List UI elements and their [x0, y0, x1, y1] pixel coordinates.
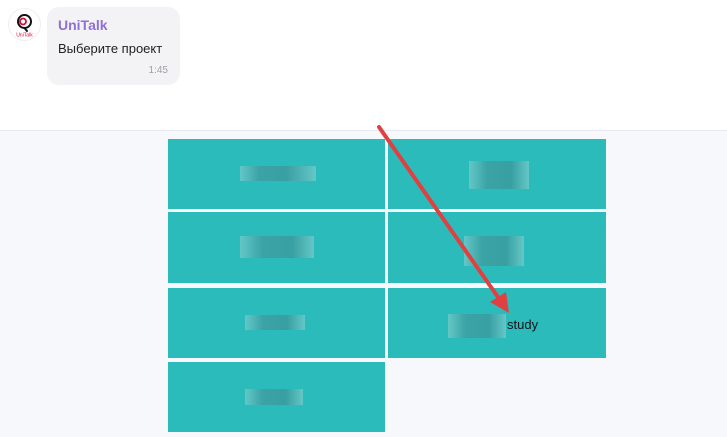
pixelated-label: [240, 166, 316, 181]
keyboard-button-5[interactable]: [168, 288, 385, 358]
avatar-logo-text: UniTalk: [16, 33, 33, 39]
pixelated-label: [240, 236, 314, 258]
pixelated-label: [469, 161, 529, 189]
sender-name[interactable]: UniTalk: [58, 17, 108, 33]
keyboard-button-3[interactable]: [168, 212, 385, 283]
unitalk-logo-icon: UniTalk: [9, 9, 40, 40]
keyboard-button-2[interactable]: [388, 139, 606, 209]
message-bubble: UniTalk Выберите проект 1:45: [47, 7, 180, 85]
pixelated-label: [448, 314, 506, 338]
keyboard-button-4[interactable]: [388, 212, 606, 283]
message-text: Выберите проект: [58, 41, 163, 56]
bot-avatar[interactable]: UniTalk: [9, 9, 40, 40]
keyboard-button-label: study: [507, 317, 539, 332]
keyboard-button-7[interactable]: [168, 362, 385, 432]
pixelated-label: [245, 389, 303, 405]
message-time: 1:45: [148, 65, 168, 76]
pixelated-label: [464, 236, 524, 266]
chat-messages-area: UniTalk UniTalk Выберите проект 1:45: [0, 0, 727, 131]
keyboard-button-1[interactable]: [168, 139, 385, 209]
pixelated-label: [245, 315, 305, 330]
keyboard-button-study[interactable]: study: [388, 288, 606, 358]
